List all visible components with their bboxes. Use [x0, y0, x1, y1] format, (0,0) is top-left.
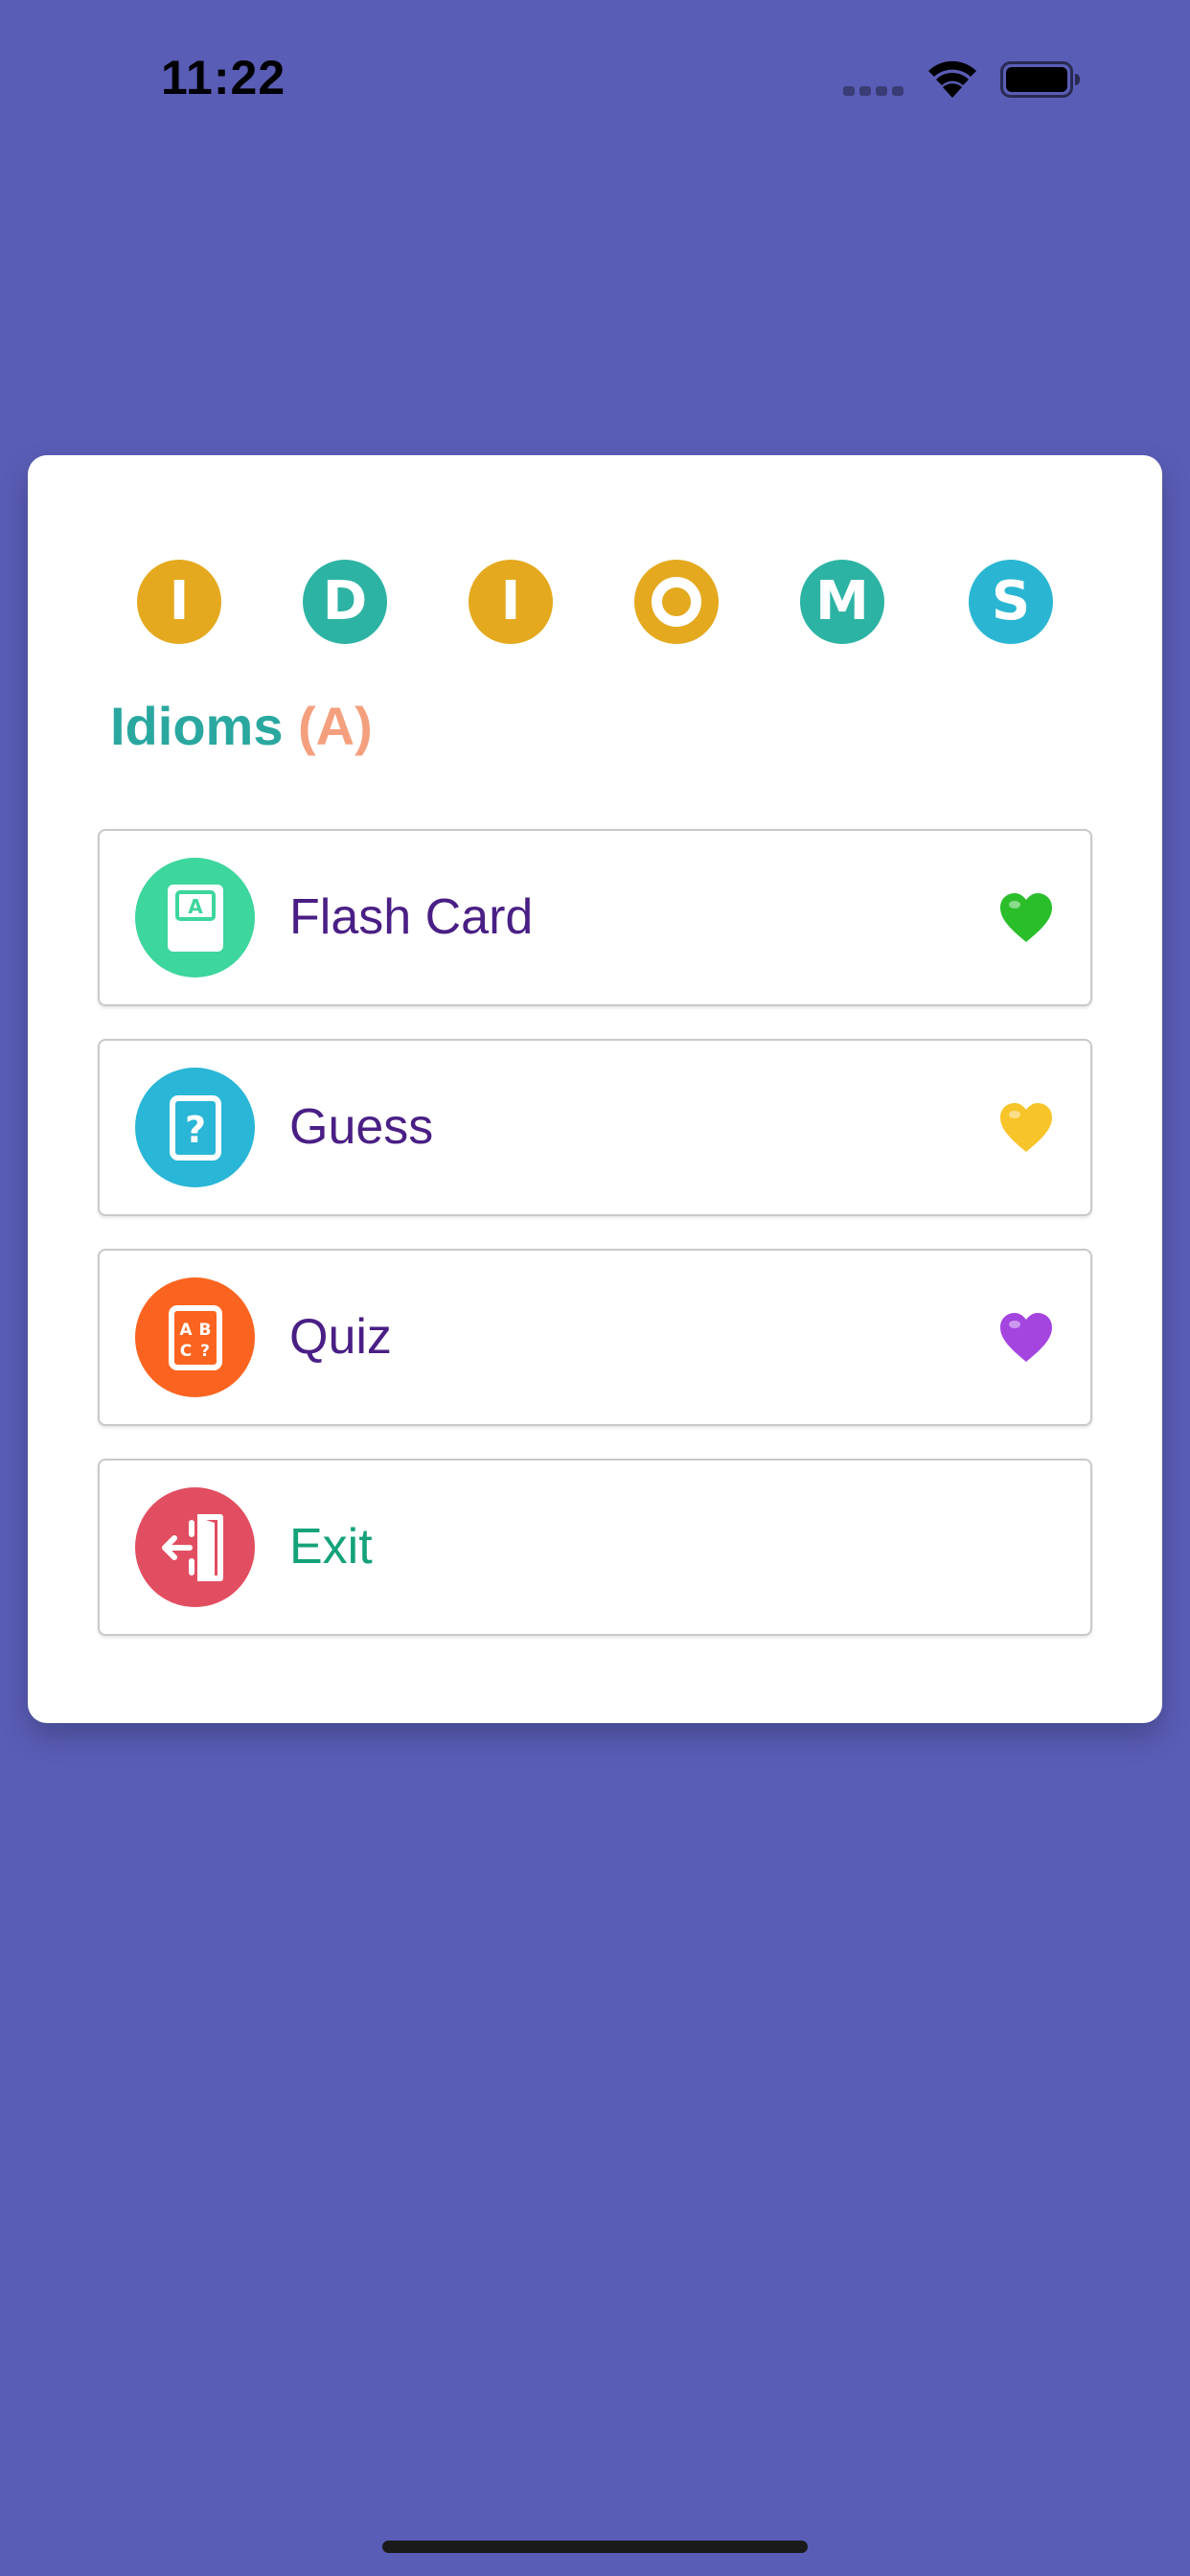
letter-badge-s: S [969, 560, 1053, 644]
quiz-label: Quiz [289, 1309, 392, 1365]
letter-badge-d: D [303, 560, 387, 644]
letter-badge-m: M [800, 560, 884, 644]
title-main: Idioms [110, 696, 284, 756]
svg-text:B: B [198, 1321, 211, 1340]
svg-text:?: ? [200, 1342, 210, 1361]
home-indicator[interactable] [382, 2541, 808, 2553]
idioms-letter-badges: I D I M S [137, 560, 1053, 644]
guess-label: Guess [289, 1099, 434, 1155]
svg-text:A: A [179, 1321, 193, 1340]
title-sub: (A) [298, 696, 373, 756]
letter-badge-i: I [137, 560, 221, 644]
abc-quiz-icon: A B C ? [135, 1277, 255, 1397]
exit-door-icon [135, 1487, 255, 1607]
status-time: 11:22 [161, 51, 286, 104]
letter-badge-i: I [469, 560, 553, 644]
yellow-heart-icon [1000, 1103, 1052, 1152]
flash-card-label: Flash Card [289, 889, 534, 945]
svg-text:C: C [179, 1342, 191, 1361]
letter-badge-o [634, 560, 719, 644]
battery-icon [1000, 61, 1080, 98]
exit-label: Exit [289, 1519, 373, 1575]
exit-button[interactable]: Exit [98, 1459, 1092, 1636]
svg-text:?: ? [184, 1109, 205, 1151]
guess-button[interactable]: ? Guess [98, 1039, 1092, 1216]
status-bar: 11:22 [0, 0, 1190, 163]
cellular-signal-icon [843, 86, 904, 96]
svg-text:A: A [188, 895, 203, 918]
purple-heart-icon [1000, 1313, 1052, 1362]
flash-card-button[interactable]: A Flash Card [98, 829, 1092, 1006]
flash-card-icon: A [135, 858, 255, 978]
green-heart-icon [1000, 893, 1052, 942]
wifi-icon [928, 60, 976, 98]
quiz-button[interactable]: A B C ? Quiz [98, 1249, 1092, 1426]
question-card-icon: ? [135, 1068, 255, 1187]
main-card: I D I M S Idioms (A) A Flash Card ? Gues… [28, 455, 1162, 1723]
page-title: Idioms (A) [110, 695, 373, 757]
